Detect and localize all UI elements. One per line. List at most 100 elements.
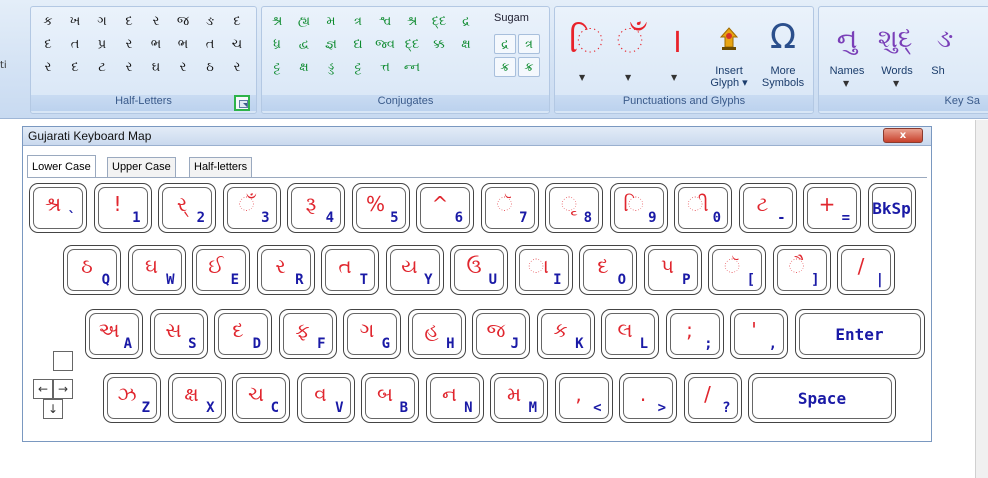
conjugate-button[interactable]: ટ્ટ xyxy=(266,57,288,77)
key[interactable]: ઘW xyxy=(127,245,186,295)
conjugate-button[interactable]: ક્ષ xyxy=(455,34,477,54)
half-letter-button[interactable]: ભ xyxy=(172,34,194,54)
tab-lower-case[interactable]: Lower Case xyxy=(27,155,96,177)
dialog-launcher-button[interactable] xyxy=(234,95,250,111)
third-glyph-icon[interactable]: ઙ xyxy=(923,19,967,59)
key[interactable]: ઁ 3 xyxy=(222,183,281,233)
more-symbols-button[interactable]: More Symbols xyxy=(755,65,811,89)
half-letter-button[interactable]: ભ xyxy=(145,34,167,54)
tab-half-letters[interactable]: Half-letters xyxy=(189,157,253,177)
key[interactable]: કK xyxy=(536,309,595,359)
half-letter-button[interactable]: ત xyxy=(199,34,221,54)
key[interactable]: પP xyxy=(643,245,702,295)
half-letter-button[interactable]: ક xyxy=(37,11,59,31)
half-letter-button[interactable]: ર xyxy=(145,11,167,31)
half-letter-button[interactable]: દ xyxy=(37,34,59,54)
key[interactable]: િ 9 xyxy=(609,183,668,233)
key[interactable]: લL xyxy=(601,309,659,359)
conjugate-button[interactable]: ટ્ટ xyxy=(347,57,369,77)
conjugate-button[interactable]: દ્ર xyxy=(455,11,477,31)
sugam-button[interactable]: ત્ર xyxy=(518,34,540,54)
key-bksp[interactable]: BkSp xyxy=(867,183,916,233)
dropdown-arrow-icon[interactable]: ▼ xyxy=(893,79,899,88)
key[interactable]: શ્ર ` xyxy=(29,183,87,233)
key[interactable]: રR xyxy=(256,245,315,295)
half-letter-button[interactable]: ઠ xyxy=(199,57,221,77)
key[interactable]: ર્ 2 xyxy=(158,183,216,233)
half-letter-button[interactable]: ર xyxy=(172,57,194,77)
conjugate-button[interactable]: જ્વ xyxy=(374,34,396,54)
close-button[interactable]: x xyxy=(883,128,923,143)
key[interactable]: ', xyxy=(730,309,788,359)
sugam-button[interactable]: ક્ર xyxy=(494,57,516,77)
omega-icon[interactable]: Ω xyxy=(763,17,803,57)
dropdown-arrow-icon[interactable]: ▼ xyxy=(579,73,585,82)
key[interactable]: હH xyxy=(407,309,466,359)
key[interactable]: , < xyxy=(554,373,613,423)
right-arrow-key[interactable]: → xyxy=(53,379,73,399)
key[interactable]: બB xyxy=(361,373,419,423)
conjugate-button[interactable]: શ્વ xyxy=(374,11,396,31)
up-arrow-key[interactable] xyxy=(53,351,73,371)
sugam-button[interactable]: ક્ર xyxy=(518,57,540,77)
half-letter-button[interactable]: જ xyxy=(172,11,194,31)
key[interactable]: નN xyxy=(425,373,484,423)
conjugate-button[interactable]: ત્ર xyxy=(347,11,369,31)
conjugate-button[interactable]: ડ્ડ xyxy=(320,57,342,77)
key[interactable]: + = xyxy=(803,183,861,233)
key[interactable]: અA xyxy=(85,309,143,359)
dropdown-arrow-icon[interactable]: ▼ xyxy=(625,73,631,82)
key[interactable]: ા I xyxy=(514,245,573,295)
key[interactable]: ^ 6 xyxy=(416,183,474,233)
half-letter-button[interactable]: દ xyxy=(226,11,248,31)
sugam-button[interactable]: દ્ર xyxy=(494,34,516,54)
tab-upper-case[interactable]: Upper Case xyxy=(107,157,176,177)
key[interactable]: યY xyxy=(385,245,444,295)
glyph-button-1[interactable]: િ xyxy=(569,21,604,61)
key[interactable]: ઉU xyxy=(450,245,508,295)
key[interactable]: ફF xyxy=(278,309,337,359)
key[interactable]: ;; xyxy=(665,309,724,359)
conjugate-button[interactable]: ધ્ર xyxy=(266,34,288,54)
half-letter-button[interactable]: ઙ xyxy=(199,11,221,31)
half-letter-button[interactable]: પ્ર xyxy=(91,34,113,54)
conjugate-button[interactable]: મ xyxy=(320,11,342,31)
half-letter-button[interactable]: દ xyxy=(118,11,140,31)
dialog-titlebar[interactable]: Gujarati Keyboard Map x xyxy=(23,127,931,146)
half-letter-button[interactable]: ગ xyxy=(91,11,113,31)
key[interactable]: ૅ 7 xyxy=(480,183,539,233)
key[interactable]: / | xyxy=(837,245,895,295)
left-arrow-key[interactable]: ← xyxy=(33,379,53,399)
key[interactable]: સS xyxy=(149,309,208,359)
key[interactable]: ી 0 xyxy=(674,183,732,233)
scrollbar[interactable] xyxy=(975,120,988,478)
key[interactable]: ! 1 xyxy=(93,183,152,233)
names-button[interactable]: Names xyxy=(825,65,869,77)
half-letter-button[interactable]: ર xyxy=(226,57,248,77)
conjugate-button[interactable]: ક્ષ xyxy=(293,57,315,77)
conjugate-button[interactable]: શ્ર xyxy=(266,11,288,31)
conjugate-button[interactable]: હ્ય xyxy=(293,11,315,31)
words-button[interactable]: Words xyxy=(875,65,919,77)
half-letter-button[interactable]: ર xyxy=(37,57,59,77)
conjugate-button[interactable]: દ્વ xyxy=(293,34,315,54)
half-letter-button[interactable]: ઘ xyxy=(145,57,167,77)
key[interactable]: ઠQ xyxy=(63,245,121,295)
down-arrow-key[interactable]: ↓ xyxy=(43,399,63,419)
key[interactable]: ઈE xyxy=(192,245,250,295)
insert-glyph-button[interactable]: Insert Glyph ▾ xyxy=(705,65,753,89)
key[interactable]: ૅ[ xyxy=(708,245,766,295)
dropdown-arrow-icon[interactable]: ▼ xyxy=(843,79,849,88)
glyph-button-3[interactable]: । xyxy=(661,21,691,61)
key[interactable]: મM xyxy=(490,373,548,423)
half-letter-button[interactable]: ખ xyxy=(64,11,86,31)
conjugate-button[interactable]: જ્ઞ xyxy=(320,34,342,54)
conjugate-button[interactable]: દ્ય xyxy=(347,34,369,54)
key[interactable]: ઝZ xyxy=(103,373,161,423)
half-letter-button[interactable]: ટ xyxy=(91,57,113,77)
half-letter-button[interactable]: ર xyxy=(118,57,140,77)
key[interactable]: ક્ષ X xyxy=(167,373,226,423)
key[interactable]: ટ- xyxy=(738,183,797,233)
conjugate-button[interactable]: ન્ન xyxy=(401,57,423,77)
key[interactable]: . > xyxy=(619,373,677,423)
